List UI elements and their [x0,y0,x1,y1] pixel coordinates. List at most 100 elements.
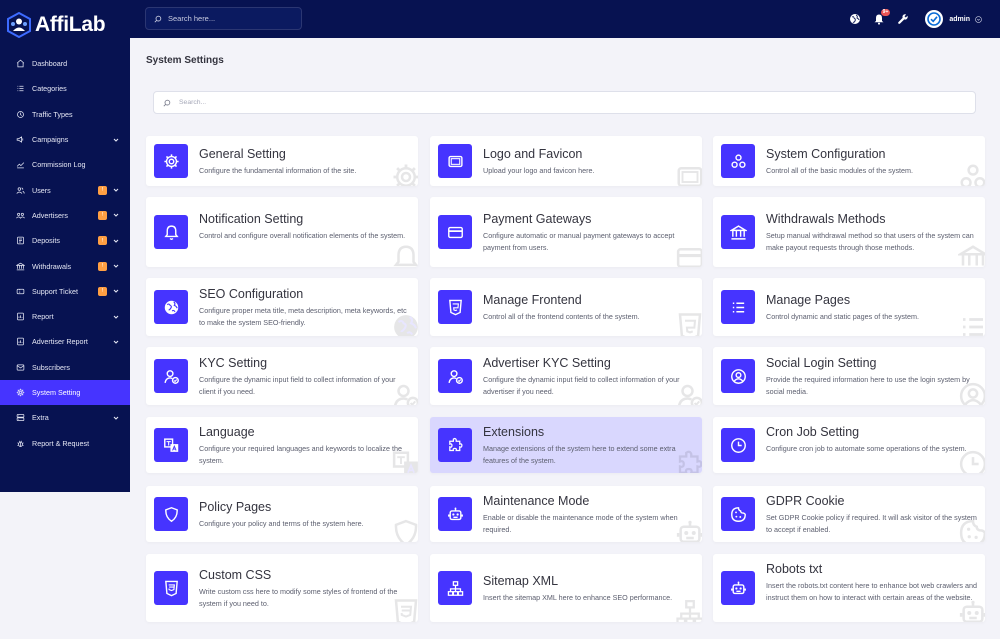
card-title: General Setting [199,147,286,161]
puzzle-watermark-icon [675,449,702,473]
user-check-watermark-icon [675,381,702,405]
chevron-down-icon [112,414,120,422]
card-title: Manage Frontend [483,293,582,307]
globe-icon[interactable] [849,13,861,25]
settings-card-seo-configuration[interactable]: SEO Configuration Configure proper meta t… [146,278,418,336]
settings-card-gdpr-cookie[interactable]: GDPR Cookie Set GDPR Cookie policy if req… [713,486,985,542]
settings-card-payment-gateways[interactable]: Payment Gateways Configure automatic or m… [430,197,702,267]
card-body: Logo and Favicon Upload your logo and fav… [483,147,696,177]
user-check-icon [154,359,188,393]
settings-card-withdrawals-methods[interactable]: Withdrawals Methods Setup manual withdraw… [713,197,985,267]
robot-icon [438,497,472,531]
settings-card-extensions[interactable]: Extensions Manage extensions of the syste… [430,417,702,473]
home-icon [16,59,25,68]
card-description: Configure your required languages and ke… [199,444,402,465]
sidebar-item-advertiser-report[interactable]: Advertiser Report [0,329,130,354]
card-body: Sitemap XML Insert the sitemap XML here t… [483,574,696,604]
settings-card-language[interactable]: Language Configure your required language… [146,417,418,473]
sidebar-item-label: Report [32,312,54,322]
top-actions: 9+ admin [849,0,1000,38]
sidebar-item-advertisers[interactable]: Advertisers! [0,203,130,228]
card-body: Notification Setting Control and configur… [199,212,412,242]
card-description: Control dynamic and static pages of the … [766,312,920,321]
sidebar-item-traffic-types[interactable]: Traffic Types [0,102,130,127]
subscribers-icon [16,363,25,372]
card-title: Notification Setting [199,212,304,226]
settings-card-general-setting[interactable]: General Setting Configure the fundamental… [146,136,418,186]
card-body: General Setting Configure the fundamental… [199,147,412,177]
sidebar-item-dashboard[interactable]: Dashboard [0,51,130,76]
settings-card-cron-job-setting[interactable]: Cron Job Setting Configure cron job to au… [713,417,985,473]
wrench-icon[interactable] [897,13,909,25]
settings-card-manage-frontend[interactable]: Manage Frontend Control all of the fronte… [430,278,702,336]
bank-icon [721,215,755,249]
top-search-input[interactable] [168,14,288,23]
chevron-down-icon [975,10,982,28]
topbar: 9+ admin [130,0,1000,38]
settings-card-logo-and-favicon[interactable]: Logo and Favicon Upload your logo and fav… [430,136,702,186]
chevron-down-icon [112,338,120,346]
card-description: Provide the required information here to… [766,375,970,396]
sidebar-item-report[interactable]: Report [0,304,130,329]
settings-card-system-configuration[interactable]: System Configuration Control all of the b… [713,136,985,186]
card-title: Advertiser KYC Setting [483,356,611,370]
sitemap-watermark-icon [675,598,702,622]
sidebar-item-label: Withdrawals [32,261,72,271]
sidebar-item-extra[interactable]: Extra [0,405,130,430]
settings-card-maintenance-mode[interactable]: Maintenance Mode Enable or disable the ma… [430,486,702,542]
sidebar-item-support-ticket[interactable]: Support Ticket! [0,279,130,304]
sidebar-item-campaigns[interactable]: Campaigns [0,127,130,152]
notification-bell-icon[interactable]: 9+ [873,9,891,25]
list-icon [16,84,25,93]
card-body: System Configuration Control all of the b… [766,147,979,177]
sidebar-item-deposits[interactable]: Deposits! [0,228,130,253]
card-description: Configure your policy and terms of the s… [199,519,364,528]
sidebar-item-report-and-request[interactable]: Report & Request [0,430,130,455]
settings-card-robots-txt[interactable]: Robots txt Insert the robots.txt content … [713,554,985,622]
credit-card-icon [438,215,472,249]
card-body: GDPR Cookie Set GDPR Cookie policy if req… [766,494,979,536]
user-circle-icon [721,359,755,393]
settings-search[interactable] [153,91,976,114]
card-body: Custom CSS Write custom css here to modif… [199,568,412,610]
gear-icon [154,144,188,178]
clock-icon [721,428,755,462]
top-search[interactable] [145,7,302,30]
card-description: Insert the sitemap XML here to enhance S… [483,593,673,602]
card-description: Configure cron job to automate some oper… [766,444,967,453]
card-body: Cron Job Setting Configure cron job to au… [766,425,979,455]
settings-card-social-login-setting[interactable]: Social Login Setting Provide the required… [713,347,985,405]
sidebar-item-users[interactable]: Users! [0,177,130,202]
card-description: Upload your logo and favicon here. [483,166,595,175]
image-watermark-icon [675,162,702,186]
sidebar-item-subscribers[interactable]: Subscribers [0,355,130,380]
users-icon [16,186,25,195]
settings-card-policy-pages[interactable]: Policy Pages Configure your policy and te… [146,486,418,542]
settings-search-input[interactable] [179,99,959,106]
card-description: Configure automatic or manual payment ga… [483,231,675,252]
sidebar-item-label: Support Ticket [32,286,78,296]
settings-card-custom-css[interactable]: Custom CSS Write custom css here to modif… [146,554,418,622]
settings-card-notification-setting[interactable]: Notification Setting Control and configur… [146,197,418,267]
sidebar-item-system-setting[interactable]: System Setting [0,379,130,406]
admin-menu[interactable]: admin [925,10,982,28]
sidebar-item-label: Deposits [32,236,60,246]
card-description: Configure the dynamic input field to col… [199,375,396,396]
sidebar-item-label: Users [32,185,51,195]
gear-icon [16,388,25,397]
bank-icon [16,262,25,271]
alert-badge: ! [98,236,107,246]
settings-card-kyc-setting[interactable]: KYC Setting Configure the dynamic input f… [146,347,418,405]
html5-icon [438,290,472,324]
settings-card-sitemap-xml[interactable]: Sitemap XML Insert the sitemap XML here t… [430,554,702,622]
sidebar-item-withdrawals[interactable]: Withdrawals! [0,253,130,278]
sidebar-item-label: Traffic Types [32,109,73,119]
sidebar-item-commission-log[interactable]: Commission Log [0,152,130,177]
sitemap-icon [438,571,472,605]
app-logo[interactable]: AffiLab [0,0,130,50]
sidebar-item-categories[interactable]: Categories [0,76,130,101]
credit-card-watermark-icon [675,243,702,267]
settings-card-advertiser-kyc-setting[interactable]: Advertiser KYC Setting Configure the dyna… [430,347,702,405]
card-body: Language Configure your required language… [199,425,412,467]
settings-card-manage-pages[interactable]: Manage Pages Control dynamic and static p… [713,278,985,336]
